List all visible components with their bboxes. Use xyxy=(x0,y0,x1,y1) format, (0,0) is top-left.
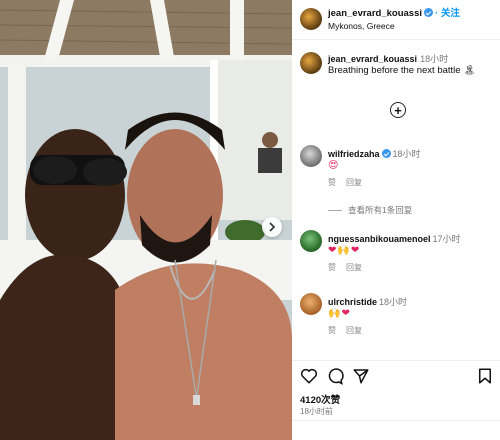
post-photo xyxy=(0,0,292,440)
avatar[interactable] xyxy=(300,52,322,74)
comment-username[interactable]: ulrchristide xyxy=(328,297,377,307)
action-bar xyxy=(292,360,500,390)
follow-button[interactable]: · 关注 xyxy=(435,8,460,19)
comment-reply-button[interactable]: 回复 xyxy=(346,263,362,272)
view-all-replies-button[interactable]: 查看所有1条回复 xyxy=(328,204,412,216)
comment-actions: 赞 回复 xyxy=(328,262,372,273)
comment-reply-button[interactable]: 回复 xyxy=(346,178,362,187)
comment-header: wilfriedzaha 18小时 xyxy=(328,147,421,160)
comment-text: 😍 xyxy=(328,160,340,171)
comment-time: 18小时 xyxy=(392,149,421,159)
comment-like-button[interactable]: 赞 xyxy=(328,326,336,335)
avatar[interactable] xyxy=(300,230,322,252)
avatar[interactable] xyxy=(300,293,322,315)
comment-header: ulrchristide 18小时 xyxy=(328,295,407,308)
next-arrow-icon[interactable] xyxy=(262,217,282,237)
location[interactable]: Mykonos, Greece xyxy=(328,21,395,31)
comment-time: 17小时 xyxy=(432,234,461,244)
caption-header: jean_evrard_kouassi 18小时 xyxy=(328,52,448,65)
comment-input-area[interactable] xyxy=(292,420,500,440)
caption-time: 18小时 xyxy=(420,54,449,64)
verified-icon xyxy=(424,8,434,17)
comment-time: 18小时 xyxy=(379,297,408,307)
comment-username[interactable]: wilfriedzaha xyxy=(328,149,380,159)
header-username[interactable]: jean_evrard_kouassi xyxy=(328,8,422,19)
avatar[interactable] xyxy=(300,145,322,167)
comment-header: nguessanbikouamenoel 17小时 xyxy=(328,232,461,245)
caption-username[interactable]: jean_evrard_kouassi xyxy=(328,54,417,64)
comment-reply-button[interactable]: 回复 xyxy=(346,326,362,335)
comment-like-button[interactable]: 赞 xyxy=(328,263,336,272)
bookmark-icon[interactable] xyxy=(476,367,494,385)
post-panel: jean_evrard_kouassi · 关注 Mykonos, Greece … xyxy=(292,0,500,440)
heart-icon[interactable] xyxy=(300,367,318,385)
comment-actions: 赞 回复 xyxy=(328,325,372,336)
comment-username[interactable]: nguessanbikouamenoel xyxy=(328,234,431,244)
share-icon[interactable] xyxy=(352,367,370,385)
comment-text: 🙌❤ xyxy=(328,308,351,319)
comment-icon[interactable] xyxy=(326,367,344,385)
verified-icon xyxy=(381,149,391,158)
caption-text: Breathing before the next battle 🏝 xyxy=(328,65,476,76)
add-icon[interactable]: + xyxy=(390,102,406,118)
photo-illustration xyxy=(0,0,292,440)
post-header: jean_evrard_kouassi · 关注 Mykonos, Greece xyxy=(292,0,500,40)
caption: jean_evrard_kouassi 18小时 Breathing before… xyxy=(292,40,500,94)
comment-actions: 赞 回复 xyxy=(328,177,372,188)
likes-count[interactable]: 4120次赞 xyxy=(300,392,340,406)
avatar[interactable] xyxy=(300,8,322,30)
comment-text: ❤🙌❤ xyxy=(328,245,361,256)
comment-like-button[interactable]: 赞 xyxy=(328,178,336,187)
posted-time: 18小时前 xyxy=(300,407,333,416)
header-username-row: jean_evrard_kouassi · 关注 xyxy=(328,5,460,19)
